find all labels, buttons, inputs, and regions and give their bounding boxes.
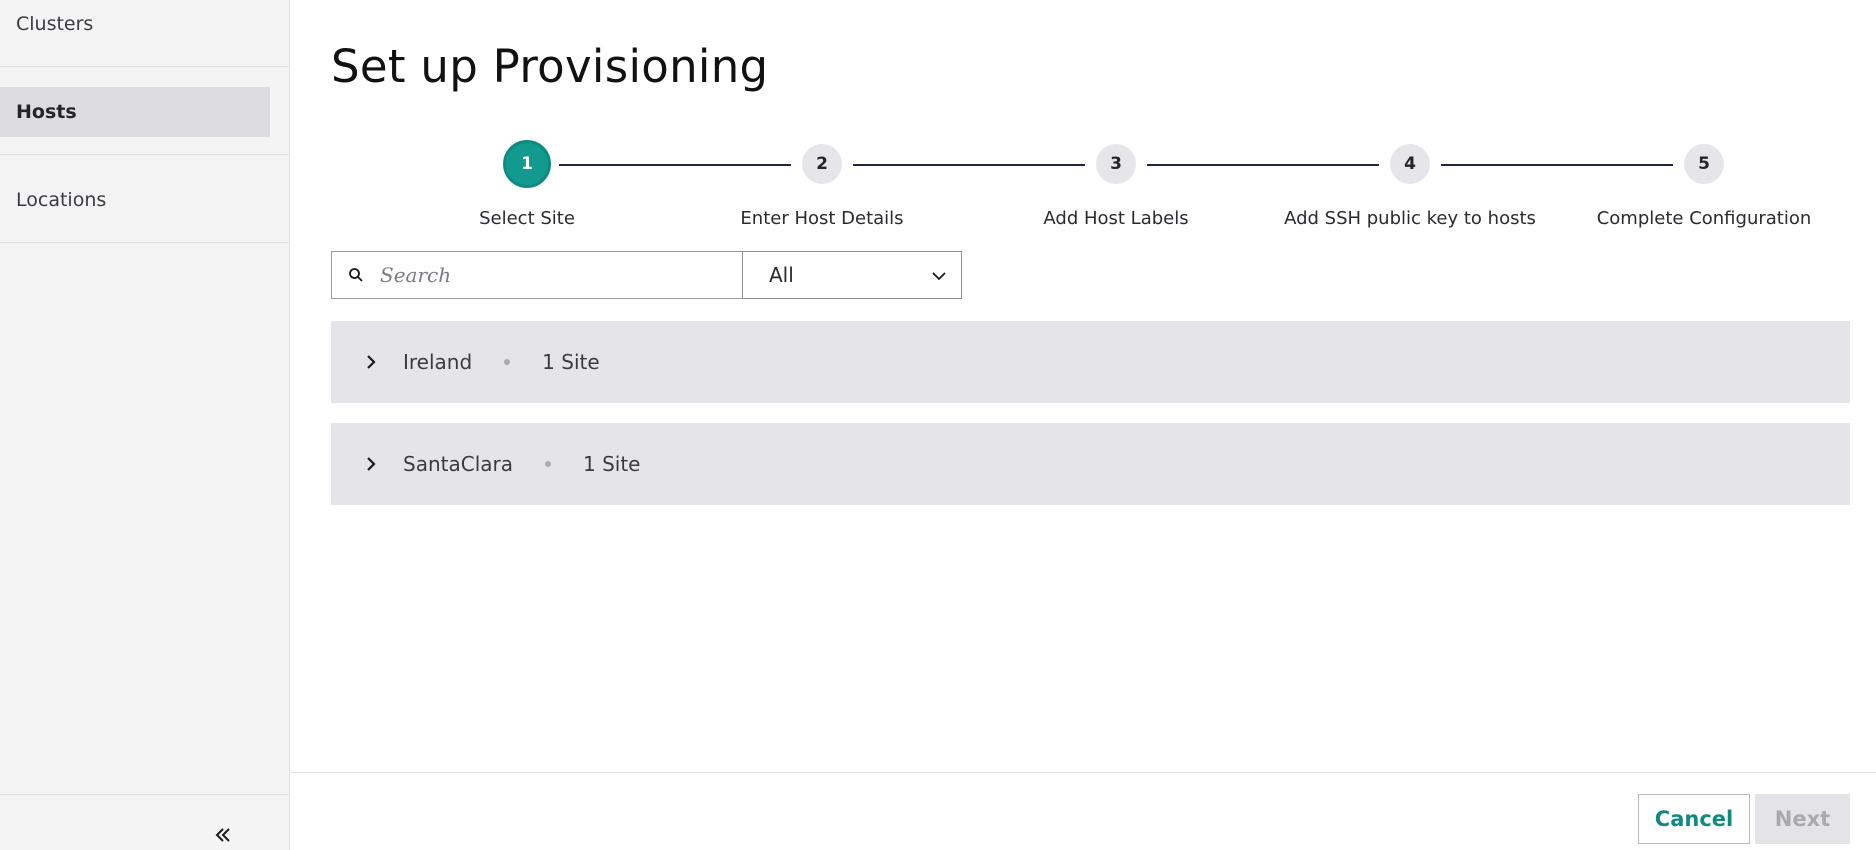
site-count: 1 Site bbox=[542, 350, 600, 374]
step-3-indicator: 3 bbox=[1096, 144, 1136, 184]
sidebar-item-clusters[interactable]: Clusters bbox=[0, 0, 290, 67]
chevron-right-icon[interactable] bbox=[363, 353, 379, 371]
chevron-down-icon bbox=[932, 272, 946, 281]
step-4-indicator: 4 bbox=[1390, 144, 1430, 184]
site-count: 1 Site bbox=[582, 452, 641, 476]
page-title: Set up Provisioning bbox=[331, 40, 769, 93]
search-icon bbox=[349, 268, 363, 282]
sidebar-footer bbox=[0, 794, 290, 850]
step-3-label: Add Host Labels bbox=[1043, 208, 1189, 229]
search-field[interactable] bbox=[331, 251, 743, 299]
filter-select[interactable]: All bbox=[742, 251, 962, 299]
sidebar-item-locations[interactable]: Locations bbox=[0, 155, 290, 243]
step-connector bbox=[1441, 164, 1673, 166]
double-chevron-left-icon[interactable] bbox=[214, 821, 232, 849]
next-button[interactable]: Next bbox=[1755, 794, 1850, 844]
step-1-label: Select Site bbox=[479, 208, 575, 229]
collapse-sidebar-icon bbox=[215, 828, 230, 842]
sidebar-item-label[interactable]: Hosts bbox=[0, 87, 270, 137]
step-1-indicator: 1 bbox=[503, 140, 551, 188]
step-connector bbox=[559, 164, 791, 166]
region-name: SantaClara bbox=[403, 452, 513, 476]
region-group-santaclara[interactable]: SantaClara 1 Site bbox=[331, 423, 1850, 505]
step-2-label: Enter Host Details bbox=[740, 208, 904, 229]
filter-select-value: All bbox=[769, 263, 794, 287]
stepper: 1 2 3 4 5 Select Site Enter Host Details… bbox=[331, 136, 1851, 236]
separator-dot bbox=[504, 359, 511, 365]
separator-dot bbox=[544, 461, 551, 467]
sidebar-item-hosts[interactable]: Hosts bbox=[0, 67, 290, 155]
cancel-button[interactable]: Cancel bbox=[1638, 794, 1750, 844]
region-group-ireland[interactable]: Ireland 1 Site bbox=[331, 321, 1850, 403]
search-input[interactable] bbox=[378, 262, 722, 288]
chevron-right-icon[interactable] bbox=[363, 455, 379, 473]
step-connector bbox=[853, 164, 1085, 166]
step-2-indicator: 2 bbox=[802, 144, 842, 184]
sidebar-item-label[interactable]: Clusters bbox=[0, 0, 270, 49]
region-name: Ireland bbox=[403, 350, 473, 374]
step-connector bbox=[1147, 164, 1379, 166]
sidebar-item-label[interactable]: Locations bbox=[0, 175, 270, 225]
step-5-label: Complete Configuration bbox=[1596, 208, 1812, 229]
step-4-label: Add SSH public key to hosts bbox=[1284, 208, 1536, 229]
sidebar: Clusters Hosts Locations bbox=[0, 0, 290, 850]
step-5-indicator: 5 bbox=[1684, 144, 1724, 184]
